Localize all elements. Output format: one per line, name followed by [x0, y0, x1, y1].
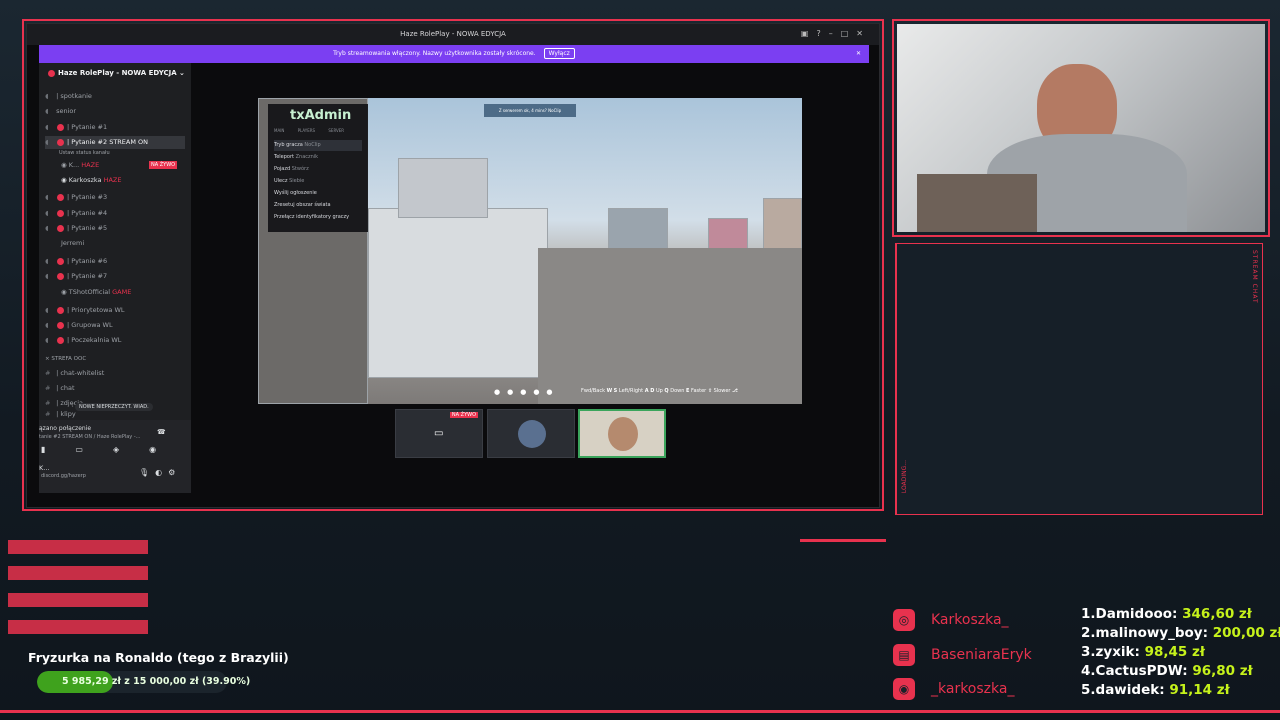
screen-icon: ▭ — [434, 428, 444, 439]
banner-text: Tryb streamowania włączony. Nazwy użytko… — [333, 50, 536, 57]
top-donor: 4.CactusPDW: 96,80 zł — [1081, 663, 1253, 679]
speaker-icon: ◖ — [45, 257, 49, 265]
deco-bar — [8, 620, 148, 634]
streamer-mode-banner: Tryb streamowania włączony. Nazwy użytko… — [39, 45, 869, 63]
discord-icon: ◎ — [893, 609, 915, 631]
speaker-icon: ◖ — [45, 224, 49, 232]
avatar: ◉ — [61, 288, 67, 296]
channel-item[interactable]: ◖ | Pytanie #6 — [45, 255, 107, 268]
instagram-icon: ◉ — [893, 678, 915, 700]
donation-goal-title: Fryzurka na Ronaldo (tego z Brazylii) — [28, 650, 289, 665]
deco-bar — [8, 593, 148, 607]
avatar: ◉ — [61, 176, 67, 184]
disable-streamer-mode-button[interactable]: Wyłącz — [543, 48, 575, 59]
bottom-border — [0, 710, 1280, 713]
chat-label: STREAM CHAT — [1251, 250, 1258, 304]
connection-detail[interactable]: tanie #2 STREAM ON / Haze RolePlay -... — [39, 431, 140, 444]
txadmin-item[interactable]: Tryb gracza NoClip — [274, 140, 362, 151]
deco-bar — [8, 540, 148, 554]
speaker-icon: ◖ — [45, 321, 49, 329]
participant-tile[interactable] — [578, 409, 666, 458]
speaker-icon: ◖ — [45, 138, 49, 146]
top-donor: 5.dawidek: 91,14 zł — [1081, 682, 1230, 698]
twitch-icon: ▤ — [893, 644, 915, 666]
social-discord: ◎ Karkoszka_ — [893, 609, 1009, 631]
speaker-icon: ◖ — [45, 336, 49, 344]
speaker-icon: ◖ — [45, 272, 49, 280]
top-donor: 3.zyxik: 98,45 zł — [1081, 644, 1205, 660]
txadmin-item[interactable]: Ulecz Siebie — [274, 176, 362, 187]
social-twitch: ▤ BaseniaraEryk — [893, 644, 1032, 666]
speaker-icon: ◖ — [45, 123, 49, 131]
channel-item[interactable]: ◖ | Pytanie #4 — [45, 207, 107, 220]
avatar — [608, 417, 638, 451]
chevron-down-icon: ⌄ — [179, 69, 185, 77]
live-badge: NA ŻYWO — [149, 161, 178, 169]
invite-link[interactable]: discord.gg/hazerp — [41, 470, 86, 483]
voice-user[interactable]: ◉ K... HAZE NA ŻYWO — [61, 159, 178, 172]
hash-icon: # — [45, 369, 51, 377]
donation-goal-text: 5 985,29 zł z 15 000,00 zł (39.90%) — [62, 676, 251, 687]
server-name[interactable]: Haze RolePlay - NOWA EDYCJA ⌄ — [45, 67, 185, 80]
webcam-feed — [897, 24, 1265, 232]
new-unread-pill[interactable]: NOWE NIEPRZECZYT. WIAD. — [75, 403, 153, 411]
txadmin-item[interactable]: Pojazd Stwórz — [274, 164, 362, 175]
speaker-icon: ◖ — [45, 107, 49, 115]
avatar — [518, 420, 546, 448]
txadmin-menu[interactable]: txAdmin MAIN PLAYERS SERVER Tryb gracza … — [268, 104, 368, 232]
channel-item[interactable]: ◖ | spotkanie — [45, 90, 92, 103]
speaker-icon: ◖ — [45, 193, 49, 201]
channel-item[interactable]: ◖ | Poczekalnia WL — [45, 334, 121, 347]
channel-item[interactable]: ◖ | Pytanie #3 — [45, 191, 107, 204]
txadmin-item[interactable]: Zresetuj obszar świata — [274, 200, 362, 211]
channel-item[interactable]: ◖ | Pytanie #7 — [45, 270, 107, 283]
voice-user[interactable]: Jerremi — [61, 237, 84, 250]
channel-item[interactable]: # | chat-whitelist — [45, 367, 104, 380]
speaker-icon: ◖ — [45, 306, 49, 314]
txadmin-logo: txAdmin — [290, 108, 352, 123]
channel-item[interactable]: ◖ | Grupowa WL — [45, 319, 113, 332]
channel-sidebar: Haze RolePlay - NOWA EDYCJA ⌄ ◖ | spotkan… — [39, 63, 191, 493]
hud-icons: ●●●●● — [494, 388, 560, 396]
loading-label: LOADING... — [901, 460, 908, 494]
hash-icon: # — [45, 384, 51, 392]
stream-thumbnail[interactable]: NA ŻYWO ▭ — [395, 409, 483, 458]
noclip-key-hints: Fwd/Back W S Left/Right A D Up Q Down E … — [581, 388, 738, 394]
txadmin-item[interactable]: Teleport Znacznik — [274, 152, 362, 163]
channel-item[interactable]: ◖ senior — [45, 105, 76, 118]
user-controls[interactable]: 🎙◐⚙ — [139, 468, 181, 477]
social-instagram: ◉ _karkoszka_ — [893, 678, 1014, 700]
participant-tile[interactable] — [487, 409, 575, 458]
top-donor: 2.malinowy_boy: 200,00 zł — [1081, 625, 1280, 641]
stream-chat — [897, 244, 1262, 514]
deco-bar — [8, 566, 148, 580]
txadmin-tabs[interactable]: MAIN PLAYERS SERVER — [274, 128, 362, 133]
channel-item[interactable]: # | chat — [45, 382, 75, 395]
live-badge: NA ŻYWO — [449, 412, 478, 418]
top-donor: 1.Damidooo: 346,60 zł — [1081, 606, 1252, 622]
voice-user[interactable]: ◉ Karkoszka HAZE — [61, 174, 121, 187]
game-screen[interactable]: txAdmin MAIN PLAYERS SERVER Tryb gracza … — [258, 98, 802, 404]
voice-user[interactable]: ◉ TShotOfficial GAME — [61, 286, 131, 299]
channel-item[interactable]: ◖ | Priorytetowa WL — [45, 304, 125, 317]
close-icon[interactable]: ✕ — [856, 45, 861, 63]
discord-window: Haze RolePlay - NOWA EDYCJA ▣?–□✕ Tryb s… — [26, 23, 880, 508]
window-title: Haze RolePlay - NOWA EDYCJA — [27, 24, 879, 45]
deco-line — [800, 539, 886, 542]
stream-overlay: { "discord": { "window_title": "Haze Rol… — [0, 0, 1280, 720]
game-notification: Z serwerem ok, 4 mins? NoClip — [484, 104, 576, 117]
category-header[interactable]: × STREFA OOC — [45, 353, 86, 366]
window-controls[interactable]: ▣?–□✕ — [801, 29, 871, 38]
txadmin-item[interactable]: Wyślij ogłoszenie — [274, 188, 362, 199]
channel-item[interactable]: ◖ | Pytanie #5 — [45, 222, 107, 235]
speaker-icon: ◖ — [45, 92, 49, 100]
txadmin-item[interactable]: Przełącz identyfikatory graczy — [274, 212, 362, 223]
disconnect-icon[interactable]: ☎ — [157, 428, 166, 436]
channel-item[interactable]: ◖ | Pytanie #1 — [45, 121, 107, 134]
avatar: ◉ — [61, 161, 67, 169]
speaker-icon: ◖ — [45, 209, 49, 217]
voice-actions[interactable]: ▮▭◈◉ — [39, 445, 191, 454]
